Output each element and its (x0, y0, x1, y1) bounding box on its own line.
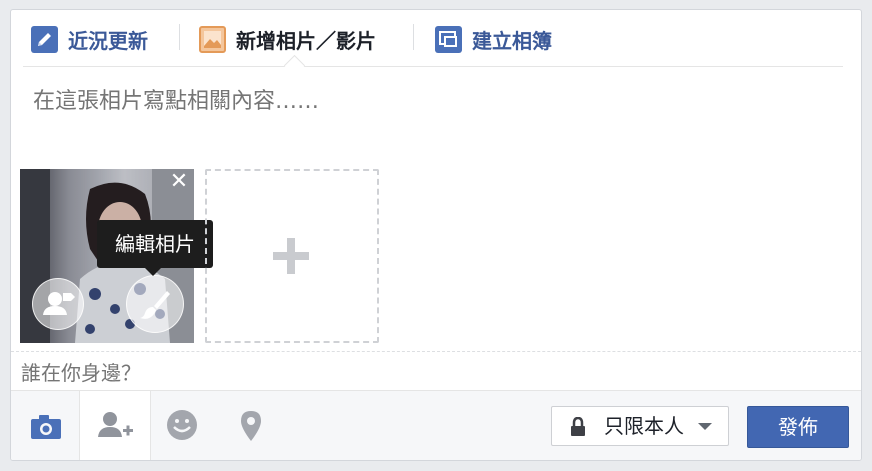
tab-divider (413, 24, 414, 50)
lock-icon (571, 417, 585, 436)
with-people-input[interactable] (19, 360, 623, 386)
location-pin-icon (241, 411, 261, 441)
add-more-photos-tile[interactable] (205, 169, 379, 343)
chevron-down-icon (698, 423, 712, 430)
tabs-divider (23, 66, 843, 67)
feeling-button[interactable] (149, 391, 217, 460)
composer-box: 近況更新 新增相片／影片 建立相簿 在這張相片寫點相關內容…… ✕ 編輯相片 誰… (10, 9, 862, 461)
with-divider (11, 351, 861, 352)
post-button[interactable]: 發佈 (747, 406, 849, 448)
check-in-button[interactable] (217, 391, 285, 460)
composer-text-input[interactable] (31, 88, 835, 115)
brush-icon (140, 291, 170, 319)
tab-status-update[interactable]: 近況更新 (31, 24, 148, 54)
smiley-icon (167, 410, 197, 440)
tab-divider (179, 24, 180, 50)
composer-footer: 只限本人 發佈 (11, 390, 861, 460)
camera-icon (31, 415, 61, 439)
tag-people-button[interactable] (32, 278, 84, 330)
camera-button[interactable] (11, 391, 79, 460)
privacy-selector[interactable]: 只限本人 (551, 406, 729, 446)
photo-icon (199, 25, 226, 53)
tab-status-label: 近況更新 (68, 28, 148, 53)
composer-tabs: 近況更新 新增相片／影片 建立相簿 (11, 10, 861, 66)
tag-person-icon (43, 292, 75, 315)
edit-photo-button[interactable] (126, 275, 184, 333)
remove-photo-close-icon[interactable]: ✕ (168, 171, 190, 193)
tab-add-photo-video[interactable]: 新增相片／影片 (199, 24, 376, 54)
tab-album-label: 建立相簿 (472, 28, 552, 53)
album-icon (435, 25, 462, 53)
plus-icon-vertical (287, 238, 295, 274)
tag-friends-button[interactable] (79, 391, 151, 460)
privacy-label: 只限本人 (604, 414, 684, 438)
tooltip-arrow (145, 268, 161, 276)
add-person-icon (98, 412, 133, 437)
tab-create-album[interactable]: 建立相簿 (435, 24, 552, 54)
edit-photo-tooltip: 編輯相片 (97, 220, 213, 268)
tab-photo-label: 新增相片／影片 (236, 28, 376, 53)
pencil-icon (31, 25, 58, 53)
